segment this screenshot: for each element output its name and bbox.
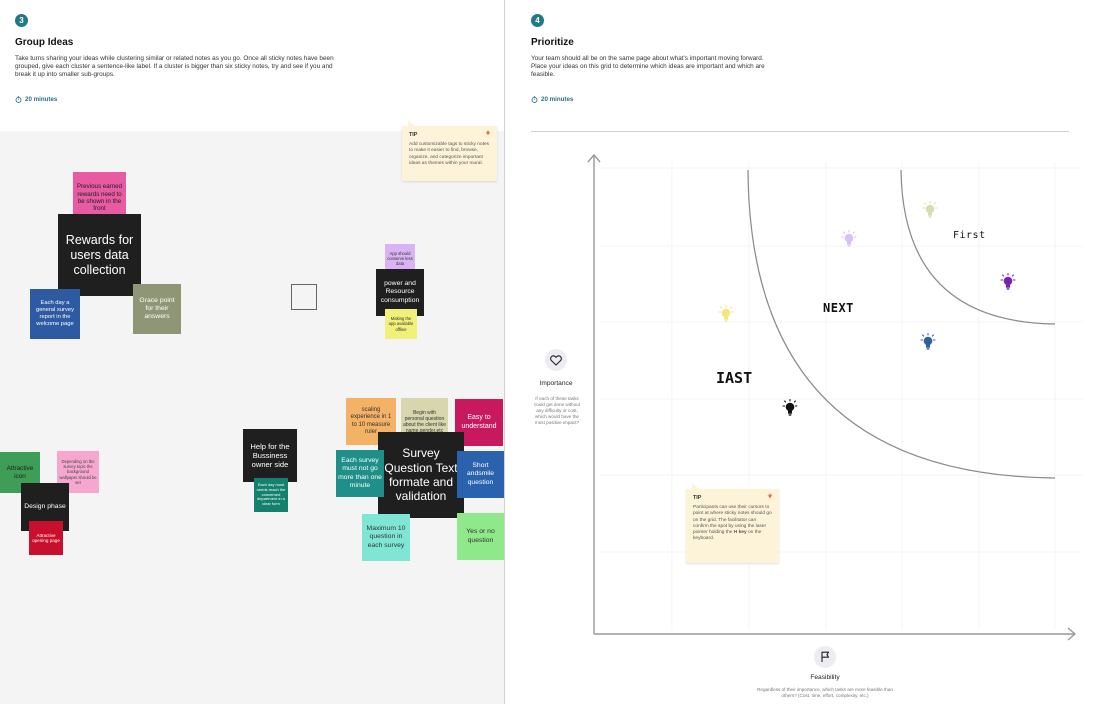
lightbulb-icon[interactable]	[840, 229, 858, 249]
importance-sub: If each of these tasks could get done wi…	[534, 396, 580, 425]
importance-label: Importance	[539, 380, 573, 387]
flag-icon-circle	[814, 646, 836, 668]
tip-title: TIP	[693, 495, 702, 501]
lightbulb-icon[interactable]	[921, 200, 939, 220]
zone-label-last: IAST	[716, 369, 753, 387]
zone-label-first: First	[953, 230, 986, 241]
tip-tail	[692, 483, 699, 489]
axes	[587, 153, 1077, 641]
lightbulb-icon[interactable]	[781, 398, 799, 418]
zone-label-next: NEXT	[823, 301, 854, 315]
flag-icon	[820, 651, 829, 662]
feasibility-label: Feasibility	[810, 674, 840, 681]
last-next-boundary	[747, 169, 1056, 479]
tip-body-key: H key	[733, 530, 747, 536]
lightbulb-icon[interactable]	[919, 332, 937, 352]
lightbulb-icon[interactable]	[717, 304, 735, 324]
tip-card-laser[interactable]: TIP Participants can use their cursors t…	[686, 483, 779, 563]
lightbulb-icon[interactable]	[999, 272, 1017, 292]
heart-icon-circle	[545, 349, 567, 371]
heart-icon	[550, 354, 562, 366]
lightbulb-icon	[767, 493, 773, 499]
tip-body: Participants can use their cursors to po…	[693, 505, 772, 543]
next-first-boundary	[900, 169, 1056, 325]
feasibility-sub: Regardless of their importance, which ta…	[757, 687, 893, 698]
